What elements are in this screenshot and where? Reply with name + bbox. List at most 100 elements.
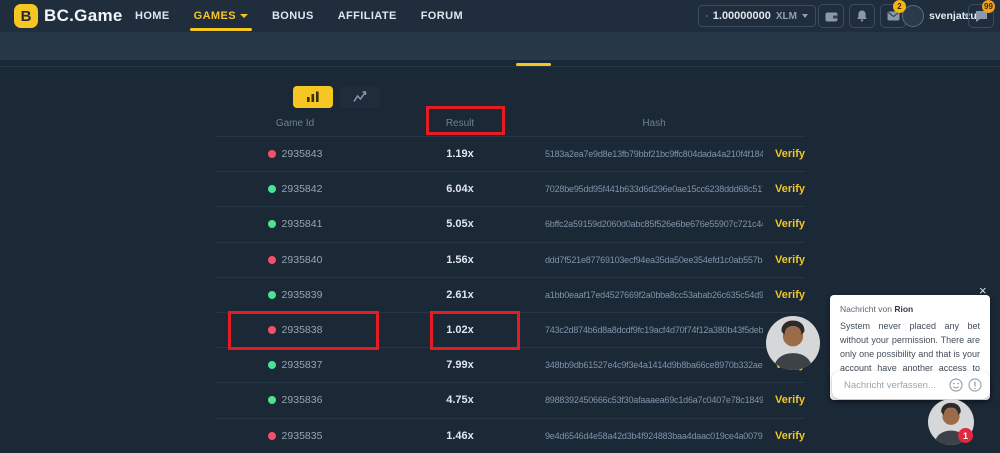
verify-link[interactable]: Verify: [775, 289, 805, 301]
bc-game-logo-icon[interactable]: B: [14, 4, 38, 28]
verify-link[interactable]: Verify: [775, 183, 805, 195]
status-dot: [268, 220, 276, 228]
chat-input-icons: [949, 378, 982, 392]
hash-value: 6bffc2a59159d2060d0abc85f526e6be676e5590…: [545, 219, 763, 229]
hash-value: ddd7f521e87769103ecf94ea35da50ee354efd1c…: [545, 255, 763, 265]
bar-chart-view-button[interactable]: [293, 86, 333, 108]
col-header-hash: Hash: [545, 118, 763, 129]
nav-affiliate-label: AFFILIATE: [338, 10, 397, 22]
chat-sender-avatar: [766, 316, 820, 370]
verify-link[interactable]: Verify: [775, 218, 805, 230]
game-id-cell: 2935839: [215, 289, 375, 301]
result-value: 6.04x: [375, 183, 545, 195]
result-value: 4.75x: [375, 394, 545, 406]
bell-icon: [856, 10, 868, 22]
balance-selector[interactable]: 1.00000000 XLM: [698, 5, 816, 27]
status-dot: [268, 396, 276, 404]
col-header-game-id: Game Id: [215, 118, 375, 129]
brand-title[interactable]: BC.Game: [44, 6, 123, 26]
game-id-cell: 2935836: [215, 394, 375, 406]
result-value: 5.05x: [375, 218, 545, 230]
chat-input-bar: [832, 371, 990, 399]
game-id: 2935839: [282, 289, 323, 301]
table-row: 2935837 7.99x 348bb9db61527e4c9f3e4a1414…: [215, 347, 805, 382]
sender-name: Rion: [894, 304, 913, 314]
coin-icon: [706, 10, 708, 22]
game-id-cell: 2935840: [215, 254, 375, 266]
nav-games[interactable]: GAMES: [194, 0, 248, 32]
chat-badge: 99: [982, 0, 995, 13]
table-row: 2935842 6.04x 7028be95dd95f441b633d6d296…: [215, 171, 805, 206]
nav-affiliate[interactable]: AFFILIATE: [338, 0, 397, 32]
balance-amount: 1.00000000: [713, 10, 771, 22]
hash-value: a1bb0eaaf17ed4527669f2a0bba8cc53abab26c6…: [545, 290, 763, 300]
message-from-label: Nachricht von: [840, 304, 892, 314]
trend-chart-icon: [353, 91, 367, 103]
verify-link[interactable]: Verify: [775, 394, 805, 406]
bar-chart-icon: [306, 91, 320, 103]
result-value: 2.61x: [375, 289, 545, 301]
annotation-box-result-value: [430, 311, 520, 350]
verify-link[interactable]: Verify: [775, 148, 805, 160]
welcome-banner: [0, 32, 1000, 60]
table-row: 2935843 1.19x 5183a2ea7e9d8e13fb79bbf21b…: [215, 136, 805, 171]
chat-message-title: Nachricht von Rion: [840, 304, 980, 314]
table-row: 2935839 2.61x a1bb0eaaf17ed4527669f2a0bb…: [215, 277, 805, 312]
info-icon[interactable]: [968, 378, 982, 392]
wallet-button[interactable]: [818, 4, 844, 28]
chevron-down-icon: [802, 14, 808, 18]
top-navigation-bar: B BC.Game HOME GAMES BONUS AFFILIATE FOR…: [0, 0, 1000, 32]
game-id-cell: 2935843: [215, 148, 375, 160]
game-id-cell: 2935842: [215, 183, 375, 195]
trend-chart-view-button[interactable]: [340, 86, 380, 108]
hash-value: 9e4d6546d4e58a42d3b4f924883baa4daac019ce…: [545, 431, 763, 441]
status-dot: [268, 291, 276, 299]
status-dot: [268, 150, 276, 158]
nav-forum[interactable]: FORUM: [421, 0, 463, 32]
game-id-cell: 2935835: [215, 430, 375, 442]
wallet-icon: [825, 11, 838, 22]
status-dot: [268, 432, 276, 440]
game-id: 2935840: [282, 254, 323, 266]
hash-value: 7028be95dd95f441b633d6d296e0ae15cc6238dd…: [545, 184, 763, 194]
bc-game-page: B BC.Game HOME GAMES BONUS AFFILIATE FOR…: [0, 0, 1000, 453]
status-dot: [268, 185, 276, 193]
panel-divider: [0, 66, 1000, 67]
nav-home[interactable]: HOME: [135, 0, 170, 32]
chevron-down-icon: [240, 14, 248, 18]
status-dot: [268, 361, 276, 369]
main-nav: HOME GAMES BONUS AFFILIATE FORUM: [135, 0, 463, 32]
table-row: 2935836 4.75x 8988392450666c53f30afaaaea…: [215, 382, 805, 417]
annotation-box-game-id: [228, 311, 379, 350]
game-id: 2935843: [282, 148, 323, 160]
game-id: 2935836: [282, 394, 323, 406]
verify-link[interactable]: Verify: [775, 254, 805, 266]
game-history-table: 2935843 1.19x 5183a2ea7e9d8e13fb79bbf21b…: [215, 136, 805, 453]
chat-input[interactable]: [844, 380, 938, 391]
mail-badge: 2: [893, 0, 906, 13]
emoji-icon[interactable]: [949, 378, 963, 392]
history-view-toggle: [293, 86, 380, 108]
balance-currency: XLM: [776, 11, 797, 22]
verify-link[interactable]: Verify: [775, 430, 805, 442]
table-row: 2935840 1.56x ddd7f521e87769103ecf94ea35…: [215, 242, 805, 277]
nav-bonus[interactable]: BONUS: [272, 0, 314, 32]
game-id-cell: 2935841: [215, 218, 375, 230]
close-icon[interactable]: ×: [979, 283, 987, 298]
table-row: 2935835 1.46x 9e4d6546d4e58a42d3b4f92488…: [215, 418, 805, 453]
game-id: 2935842: [282, 183, 323, 195]
nav-forum-label: FORUM: [421, 10, 463, 22]
game-id: 2935841: [282, 218, 323, 230]
nav-games-label: GAMES: [194, 10, 236, 22]
result-value: 7.99x: [375, 359, 545, 371]
nav-home-label: HOME: [135, 10, 170, 22]
person-photo-icon: [766, 316, 820, 370]
result-value: 1.46x: [375, 430, 545, 442]
game-id: 2935835: [282, 430, 323, 442]
status-dot: [268, 256, 276, 264]
active-tab-indicator: [516, 63, 551, 66]
notifications-button[interactable]: [849, 4, 875, 28]
game-id: 2935837: [282, 359, 323, 371]
hash-value: 743c2d874b6d8a8dcdf9fc19acf4d70f74f12a38…: [545, 325, 763, 335]
hash-value: 8988392450666c53f30afaaaea69c1d6a7c0407e…: [545, 395, 763, 405]
